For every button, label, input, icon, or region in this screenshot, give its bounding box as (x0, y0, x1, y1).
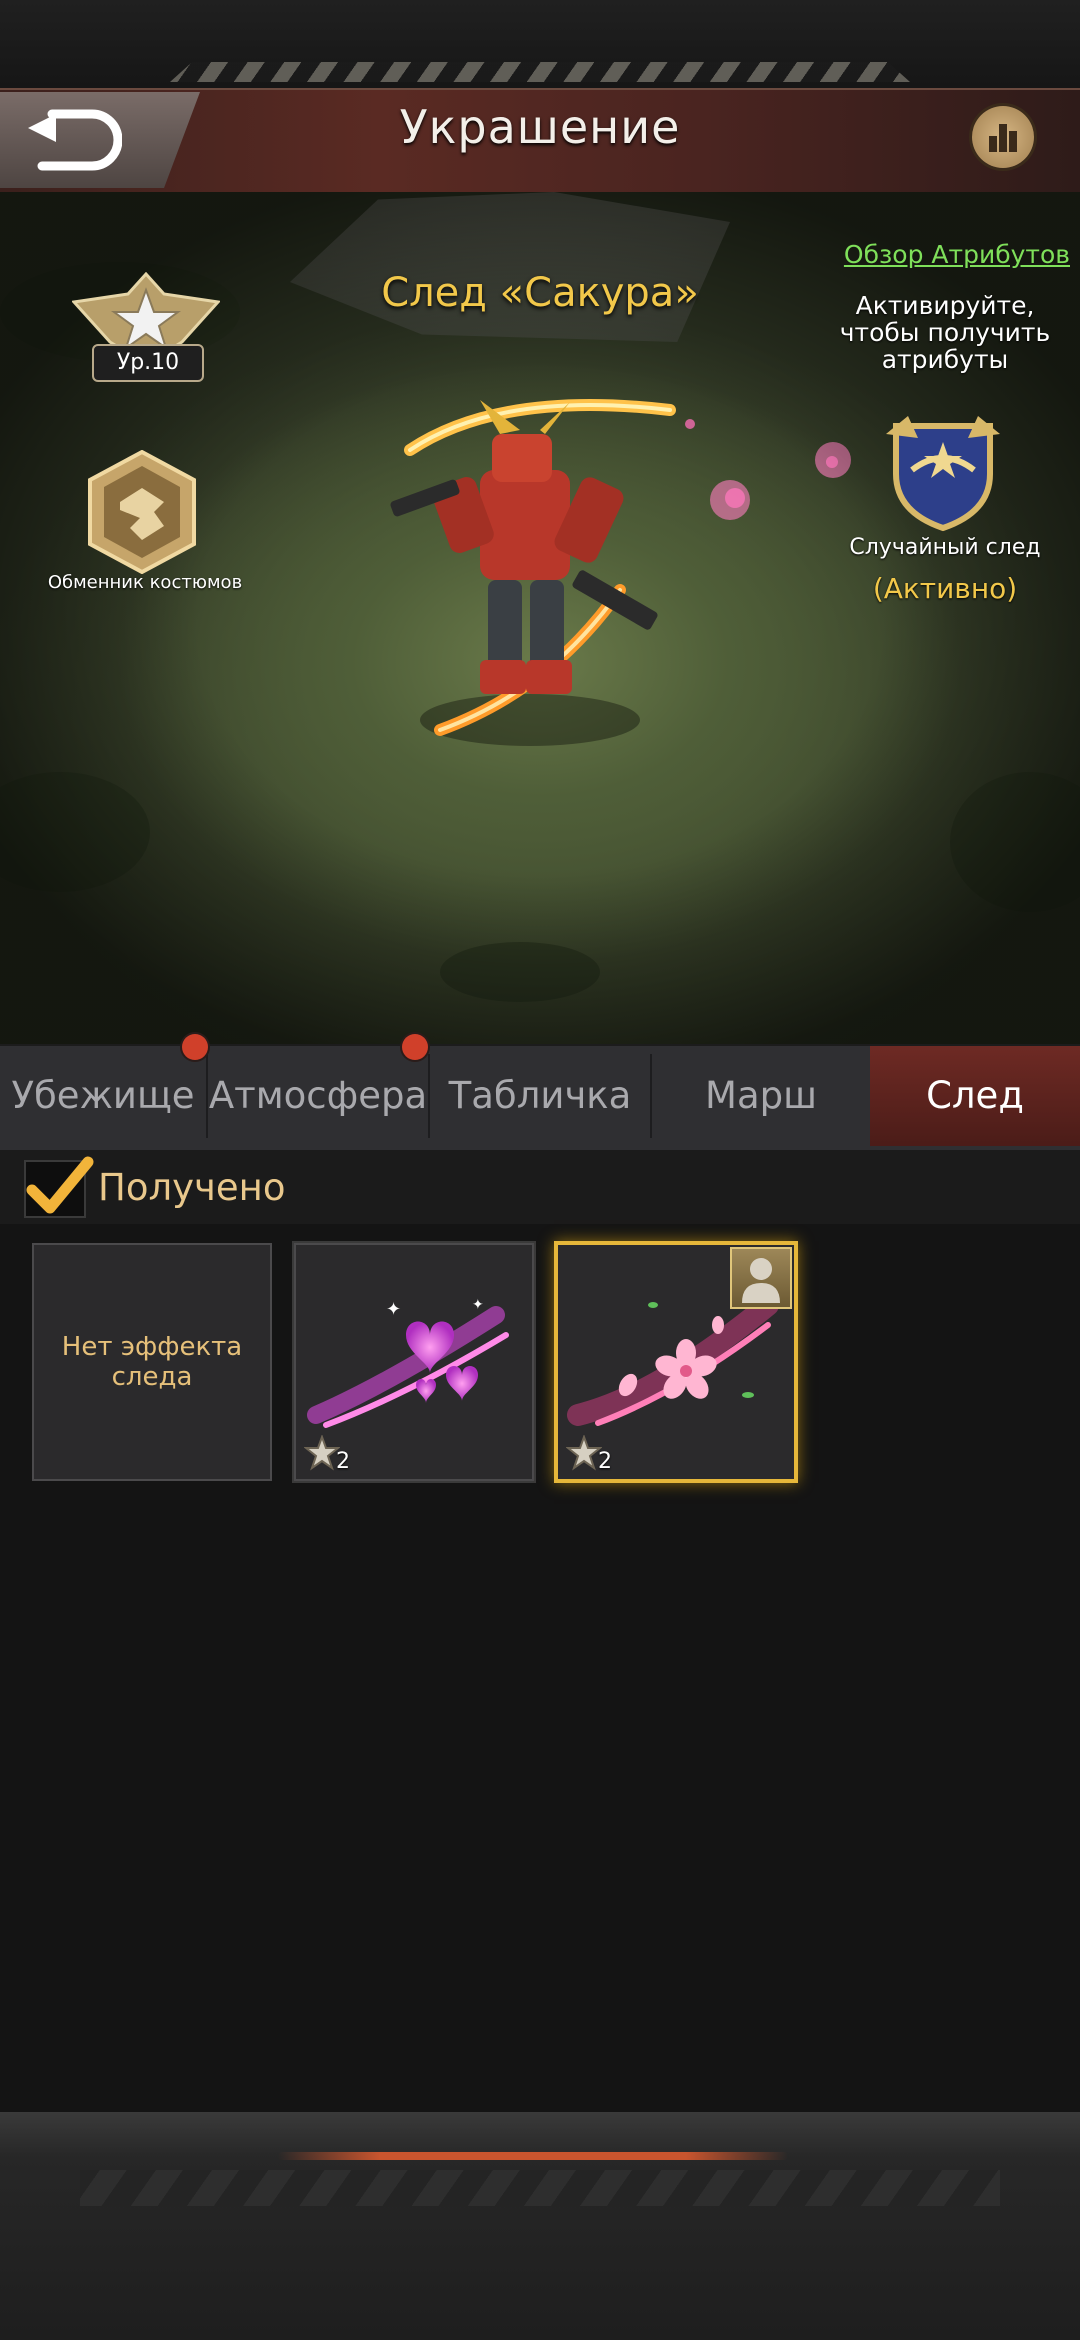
atmosphere-notification-dot (182, 1034, 208, 1060)
activate-hint-text: Активируйте, чтобы получить атрибуты (820, 292, 1070, 373)
costume-exchanger-button[interactable] (80, 450, 204, 574)
random-trail-shield-icon[interactable] (878, 412, 1008, 532)
random-trail-label: Случайный след (849, 535, 1041, 560)
star-count: 2 (336, 1449, 350, 1474)
bottom-bar (0, 2112, 1080, 2340)
star-count: 2 (598, 1449, 612, 1474)
tab-trail[interactable]: След (870, 1046, 1080, 1146)
tab-nameplate[interactable]: Табличка (430, 1046, 650, 1146)
bottom-stripe-decoration (80, 2170, 1000, 2206)
obtained-checkbox[interactable] (24, 1156, 94, 1218)
trail-name-title: След «Сакура» (381, 270, 699, 316)
activate-hint-line-1: Активируйте, (855, 291, 1035, 320)
stats-button[interactable] (972, 106, 1034, 168)
bar-chart-icon (989, 124, 1017, 152)
page-title: Украшение (399, 100, 681, 154)
attributes-overview-link[interactable]: Обзор Атрибутов (820, 240, 1070, 269)
checkmark-icon (26, 1156, 94, 1214)
svg-text:✦: ✦ (386, 1299, 401, 1320)
hazard-stripe-decoration (170, 62, 910, 82)
activate-hint-line-2: чтобы получить (839, 318, 1051, 347)
bottom-glow-line (278, 2152, 788, 2160)
user-silhouette-icon (742, 1258, 780, 1303)
trail-item-hearts[interactable]: ✦ ✦ 2 (294, 1243, 534, 1481)
tab-march[interactable]: Марш (652, 1046, 870, 1146)
no-trail-effect-label: Нет эффекта следа (61, 1332, 243, 1392)
samurai-mech-character (390, 399, 676, 746)
tab-shelter[interactable]: Убежище (0, 1046, 206, 1146)
activate-hint-line-3: атрибуты (881, 345, 1009, 374)
random-trail-status: (Активно) (872, 572, 1018, 605)
star-icon (304, 1435, 340, 1471)
level-label: Ур.10 (92, 344, 204, 382)
costume-exchanger-label: Обменник костюмов (47, 572, 243, 593)
svg-text:✦: ✦ (472, 1297, 484, 1313)
obtained-filter-label: Получено (98, 1166, 286, 1209)
nameplate-notification-dot (402, 1034, 428, 1060)
trail-item-sakura[interactable]: 2 (554, 1241, 798, 1483)
tab-atmosphere[interactable]: Атмосфера (208, 1046, 428, 1146)
equipped-user-badge (730, 1247, 792, 1309)
star-icon (566, 1435, 602, 1471)
trail-item-none[interactable]: Нет эффекта следа (32, 1243, 272, 1481)
